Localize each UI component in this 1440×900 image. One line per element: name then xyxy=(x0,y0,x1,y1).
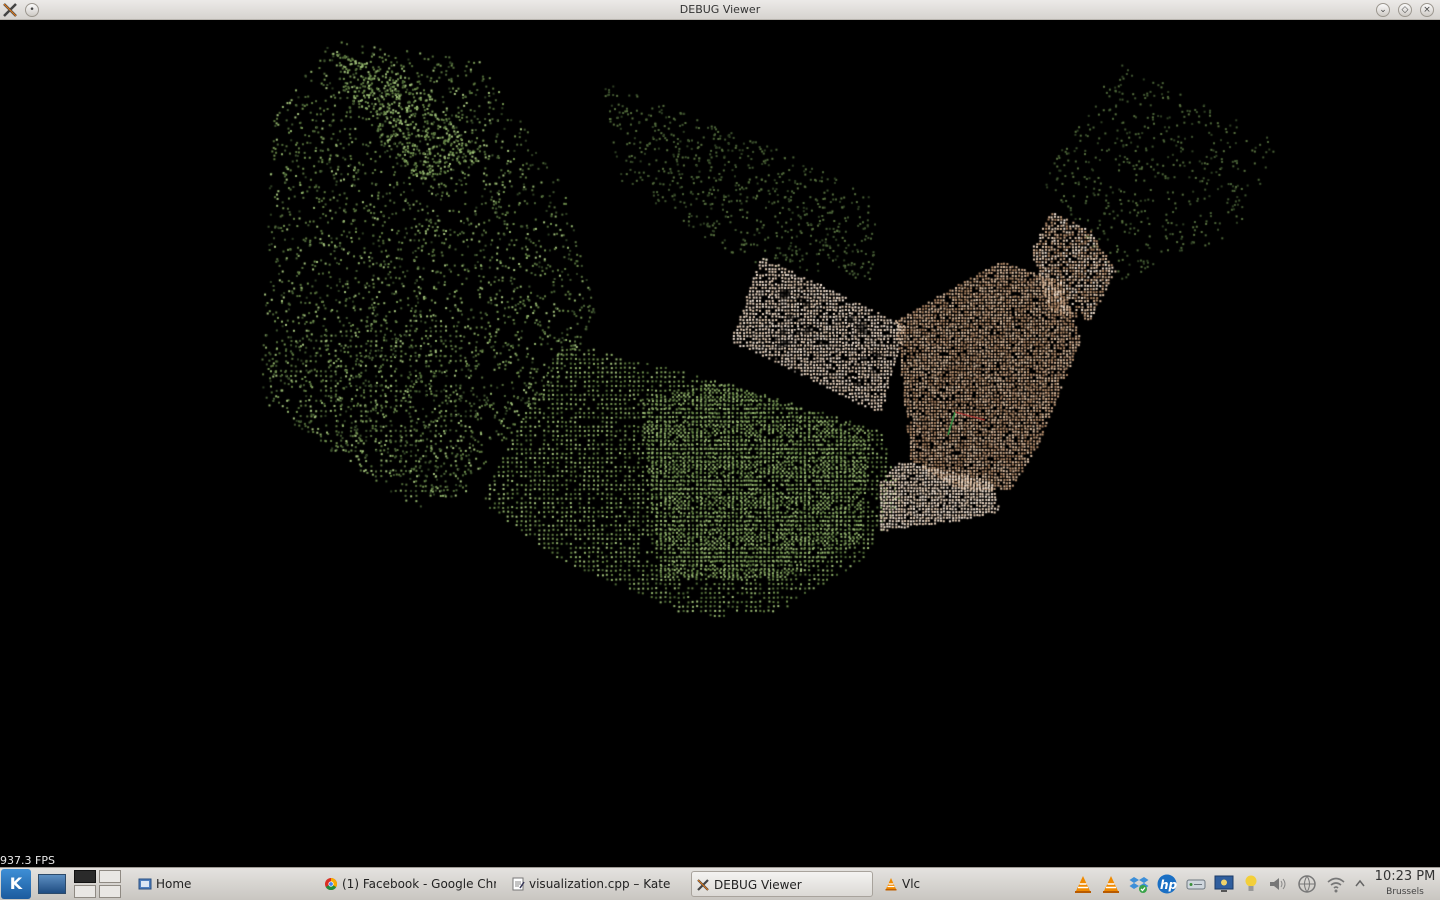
task-debug-viewer[interactable]: DEBUG Viewer xyxy=(691,871,873,897)
close-button[interactable]: × xyxy=(1420,3,1434,17)
folder-icon xyxy=(138,878,152,890)
vlc-icon[interactable] xyxy=(1101,874,1121,894)
window-titlebar[interactable]: • DEBUG Viewer ⌄ ◇ × xyxy=(0,0,1440,20)
bulb-icon[interactable] xyxy=(1242,874,1260,894)
display-icon[interactable] xyxy=(1213,874,1235,894)
chrome-icon xyxy=(325,878,338,891)
dropbox-icon[interactable] xyxy=(1129,874,1149,894)
vlc-icon[interactable] xyxy=(1073,874,1093,894)
taskbar: K Home (1) Facebook - Google Chrome visu… xyxy=(0,867,1440,900)
x-app-icon xyxy=(697,879,709,891)
fps-counter: 937.3 FPS xyxy=(0,854,55,867)
desktop-pager[interactable] xyxy=(74,869,122,899)
vlc-icon xyxy=(885,878,897,891)
task-kate[interactable]: visualization.cpp – Kate xyxy=(507,871,685,897)
task-label: DEBUG Viewer xyxy=(714,878,802,892)
pager-desktop-4[interactable] xyxy=(99,885,121,898)
clock-time[interactable]: 10:23 PM xyxy=(1370,869,1440,884)
clock-timezone: Brussels xyxy=(1386,887,1424,897)
task-label: Home xyxy=(156,877,192,891)
network-icon[interactable] xyxy=(1296,874,1318,894)
point-cloud-viewport[interactable]: 937.3 FPS xyxy=(0,20,1440,867)
expand-arrow-icon[interactable] xyxy=(1354,874,1366,894)
task-home[interactable]: Home xyxy=(134,871,314,897)
hp-icon[interactable]: hp xyxy=(1155,874,1179,894)
minimize-button[interactable]: ⌄ xyxy=(1376,3,1390,17)
pager-desktop-1[interactable] xyxy=(74,870,96,883)
task-label: Vlc xyxy=(902,877,921,891)
task-chrome[interactable]: (1) Facebook - Google Chrome xyxy=(320,871,496,897)
svg-text:hp: hp xyxy=(1160,878,1178,892)
kde-menu-button[interactable]: K xyxy=(1,869,31,899)
pager-desktop-2[interactable] xyxy=(99,870,121,883)
text-editor-icon xyxy=(512,877,525,891)
task-label: (1) Facebook - Google Chrome xyxy=(342,877,496,891)
window-title: DEBUG Viewer xyxy=(679,3,761,16)
maximize-button[interactable]: ◇ xyxy=(1398,3,1412,17)
show-desktop-icon[interactable] xyxy=(38,874,66,894)
pager-desktop-3[interactable] xyxy=(74,885,96,898)
task-vlc[interactable]: Vlc xyxy=(880,871,1040,897)
network-drive-icon[interactable] xyxy=(1185,874,1207,894)
task-label: visualization.cpp – Kate xyxy=(529,877,671,891)
point-cloud-canvas[interactable] xyxy=(0,20,1440,867)
wifi-icon[interactable] xyxy=(1325,874,1347,894)
volume-icon[interactable] xyxy=(1267,874,1289,894)
